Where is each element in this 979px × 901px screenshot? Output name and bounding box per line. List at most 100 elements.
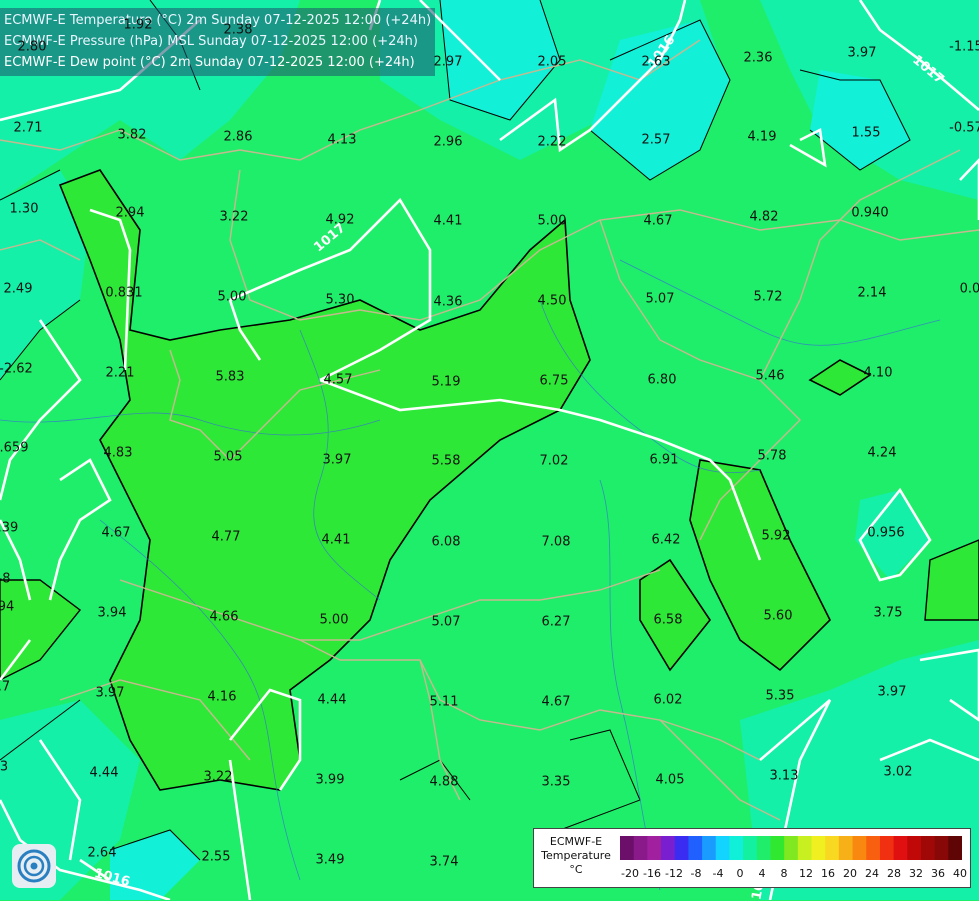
legend-tick-label: -4 [712,867,724,880]
value-label: 5.46 [755,368,785,384]
value-label: 6.02 [653,692,683,708]
legend-tick-label: 20 [843,867,857,880]
value-label: 5.58 [431,453,461,469]
value-label: 4.57 [323,372,353,388]
value-label: 1.30 [9,201,39,217]
value-label: 6.91 [649,452,679,468]
value-label: 5.92 [761,528,791,544]
value-label: 7.02 [539,453,569,469]
value-label: -1.15 [949,39,979,55]
legend-swatch [797,836,813,860]
legend-swatch [620,836,635,860]
value-label: 3.75 [873,605,903,621]
weather-map[interactable]: ECMWF-E Temperature (°C) 2m Sunday 07-12… [0,0,979,901]
value-label: 3.35 [541,774,571,790]
value-label: 3.97 [877,684,907,700]
header-line-pressure[interactable]: ECMWF-E Pressure (hPa) MSL Sunday 07-12-… [4,31,431,52]
value-label: 4.19 [747,129,777,145]
value-label: 5.00 [537,213,567,229]
value-label: 6.08 [431,534,461,550]
value-label: 3.74 [429,854,459,870]
value-label: 2.57 [641,132,671,148]
value-label: 2.36 [743,50,773,66]
value-label: 7.08 [541,534,571,550]
legend-tick-label: 12 [799,867,813,880]
value-label: 4.83 [103,445,133,461]
header-line-dewpoint[interactable]: ECMWF-E Dew point (°C) 2m Sunday 07-12-2… [4,52,431,73]
legend-swatch [934,836,949,860]
value-label: 3.22 [219,209,249,225]
value-label: 2.55 [201,849,231,865]
value-label: 5.07 [645,291,675,307]
value-label: 5.60 [763,608,793,624]
legend-swatch [715,836,730,860]
legend-tick-label: -16 [643,867,661,880]
value-label: 2.97 [433,54,463,70]
legend-title: ECMWF-E Temperature °C [541,835,611,876]
value-label: 5.35 [765,688,795,704]
value-label: 4.13 [327,132,357,148]
value-label: 4.41 [321,532,351,548]
value-label: 5.00 [319,612,349,628]
value-label: 2.22 [537,134,567,150]
value-label: 6.80 [647,372,677,388]
color-legend: ECMWF-E Temperature °C -20 -16 -12 -8 -4 0 4 8 1… [533,828,971,888]
header-line-temperature[interactable]: ECMWF-E Temperature (°C) 2m Sunday 07-12… [4,10,431,31]
legend-swatch [907,836,922,860]
legend-tick-label: -20 [621,867,639,880]
value-label: 6.42 [651,532,681,548]
value-label: 0.956 [867,525,905,541]
ecmwf-logo-icon [12,844,56,888]
legend-swatch [688,836,703,860]
value-label: -0.57 [949,120,979,136]
value-label: 4.41 [433,213,463,229]
legend-swatch [866,836,881,860]
value-label: 4.67 [643,213,673,229]
value-label: 5.83 [215,369,245,385]
value-label: 4.36 [433,294,463,310]
legend-swatch [743,836,758,860]
legend-tick-label: -8 [690,867,702,880]
value-label: 2.05 [537,54,567,70]
map-header: ECMWF-E Temperature (°C) 2m Sunday 07-12… [0,8,436,76]
value-label: 4.82 [749,209,779,225]
legend-swatch [674,836,689,860]
value-label: 2.14 [857,285,887,301]
legend-tick-label: 40 [953,867,967,880]
value-label: 94 [0,599,15,615]
value-label: 2.86 [223,129,253,145]
value-label: 2.64 [87,845,117,861]
value-label: 4.66 [209,609,239,625]
legend-swatch [647,836,662,860]
value-label: -2.62 [0,361,33,377]
value-label: 5.05 [213,449,243,465]
value-label: 4.77 [211,529,241,545]
value-label: 4.67 [101,525,131,541]
value-label: 2.63 [641,54,671,70]
value-label: 3.97 [847,45,877,61]
value-label: 4.67 [541,694,571,710]
legend-swatch [633,836,648,860]
legend-tick-label: 4 [758,867,766,880]
value-label: 6.58 [653,612,683,628]
legend-swatch [838,836,854,860]
value-label: 4.44 [89,765,119,781]
value-label: .39 [0,520,19,536]
value-label: .7 [0,679,11,695]
legend-swatch [825,836,840,860]
value-label: 4.44 [317,692,347,708]
value-label: 5.19 [431,374,461,390]
value-label: 4.05 [655,772,685,788]
legend-swatch [661,836,676,860]
map-canvas [0,0,979,900]
value-label: 2.38 [223,22,253,38]
legend-tick-label: -12 [665,867,683,880]
value-label: 3.99 [315,772,345,788]
value-label: 3.94 [97,605,127,621]
value-label: 4.88 [429,774,459,790]
value-label: 5.72 [753,289,783,305]
legend-swatch [879,836,895,860]
value-label: 5.11 [429,694,459,710]
legend-tick-label: 0 [736,867,744,880]
value-label: 2.94 [115,205,145,221]
